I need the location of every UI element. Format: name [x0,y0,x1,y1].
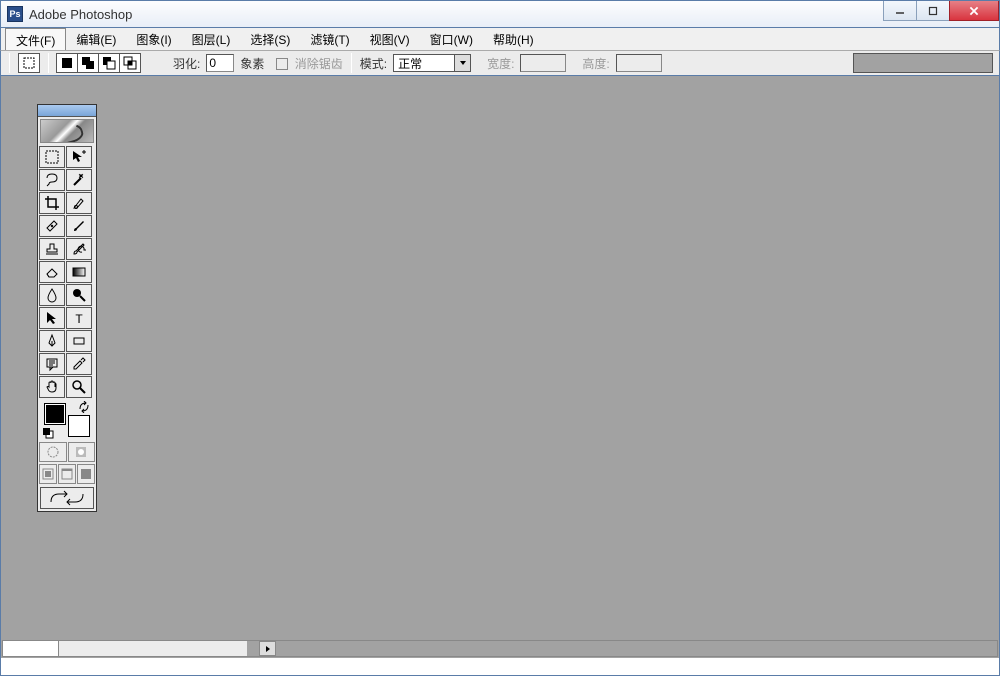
standard-mode-button[interactable] [39,442,67,462]
tool-type[interactable]: T [66,307,92,329]
options-bar: 羽化: 象素 消除锯齿 模式: 正常 宽度: 高度: [0,50,1000,76]
tool-brush[interactable] [66,215,92,237]
tool-shape[interactable] [66,330,92,352]
selection-subtract-button[interactable] [98,53,120,73]
menu-filter[interactable]: 滤镜(T) [300,28,359,50]
jump-to-imageready-button[interactable] [40,487,94,509]
menu-file[interactable]: 文件(F) [5,28,66,50]
scroll-right-arrow-icon[interactable] [259,641,276,656]
selection-mode-group [57,53,141,73]
width-label: 宽度: [487,55,514,72]
tool-preset-button[interactable] [18,53,40,73]
screen-standard-button[interactable] [39,464,57,484]
swap-colors-icon[interactable] [78,401,92,413]
tool-crop[interactable] [39,192,65,214]
menu-bar: 文件(F) 编辑(E) 图象(I) 图层(L) 选择(S) 滤镜(T) 视图(V… [0,28,1000,50]
screen-mode-row [38,463,96,485]
tool-notes[interactable] [39,353,65,375]
tool-eraser[interactable] [39,261,65,283]
tool-stamp[interactable] [39,238,65,260]
menu-view[interactable]: 视图(V) [360,28,420,50]
color-swatch [40,401,94,439]
maximize-button[interactable] [916,1,950,21]
menu-select[interactable]: 选择(S) [240,28,300,50]
minimize-button[interactable] [883,1,917,21]
workspace: T [0,76,1000,658]
screen-full-button[interactable] [77,464,95,484]
background-color[interactable] [68,415,90,437]
scroll-rest [247,641,997,656]
tool-move[interactable] [66,146,92,168]
app-icon: Ps [7,6,23,22]
selection-intersect-button[interactable] [119,53,141,73]
tool-healing[interactable] [39,215,65,237]
width-input [520,54,566,72]
selection-new-button[interactable] [56,53,78,73]
scroll-thumb-area[interactable] [59,641,247,656]
tool-history-brush[interactable] [66,238,92,260]
toolbox-logo[interactable] [40,119,94,143]
selection-add-button[interactable] [77,53,99,73]
mode-value: 正常 [394,55,454,72]
menu-window[interactable]: 窗口(W) [420,28,483,50]
tool-slice[interactable] [66,192,92,214]
foreground-color[interactable] [44,403,66,425]
tool-eyedropper[interactable] [66,353,92,375]
tool-hand[interactable] [39,376,65,398]
feather-unit-label: 象素 [240,55,264,72]
chevron-down-icon [454,55,470,71]
menu-image[interactable]: 图象(I) [126,28,181,50]
feather-input[interactable] [206,54,234,72]
toolbox-header[interactable] [38,105,96,117]
window-border-bottom [0,658,1000,676]
horizontal-scrollbar[interactable] [2,640,998,657]
height-input [616,54,662,72]
default-colors-icon[interactable] [42,427,54,439]
tool-wand[interactable] [66,169,92,191]
window-controls [884,1,999,27]
mask-mode-row [38,441,96,463]
tool-path-select[interactable] [39,307,65,329]
tool-zoom[interactable] [66,376,92,398]
antialias-checkbox [276,58,288,70]
app-title: Adobe Photoshop [29,7,132,22]
tool-pen[interactable] [39,330,65,352]
separator [351,53,352,73]
feather-label: 羽化: [173,55,200,72]
antialias-label: 消除锯齿 [295,57,343,71]
tool-blur[interactable] [39,284,65,306]
svg-text:T: T [75,312,83,326]
close-button[interactable] [949,1,999,21]
tool-grid: T [38,145,96,399]
palette-well[interactable] [853,53,993,73]
height-label: 高度: [582,55,609,72]
quickmask-mode-button[interactable] [68,442,96,462]
menu-layer[interactable]: 图层(L) [182,28,241,50]
mode-select[interactable]: 正常 [393,54,471,72]
title-bar: Ps Adobe Photoshop [0,0,1000,28]
tool-dodge[interactable] [66,284,92,306]
screen-fullmenu-button[interactable] [58,464,76,484]
menu-edit[interactable]: 编辑(E) [66,28,126,50]
separator [48,53,49,73]
tool-gradient[interactable] [66,261,92,283]
tool-lasso[interactable] [39,169,65,191]
separator [9,53,10,73]
menu-help[interactable]: 帮助(H) [483,28,544,50]
toolbox: T [37,104,97,512]
scroll-track-left [3,641,59,656]
tool-marquee[interactable] [39,146,65,168]
mode-label: 模式: [360,55,387,72]
